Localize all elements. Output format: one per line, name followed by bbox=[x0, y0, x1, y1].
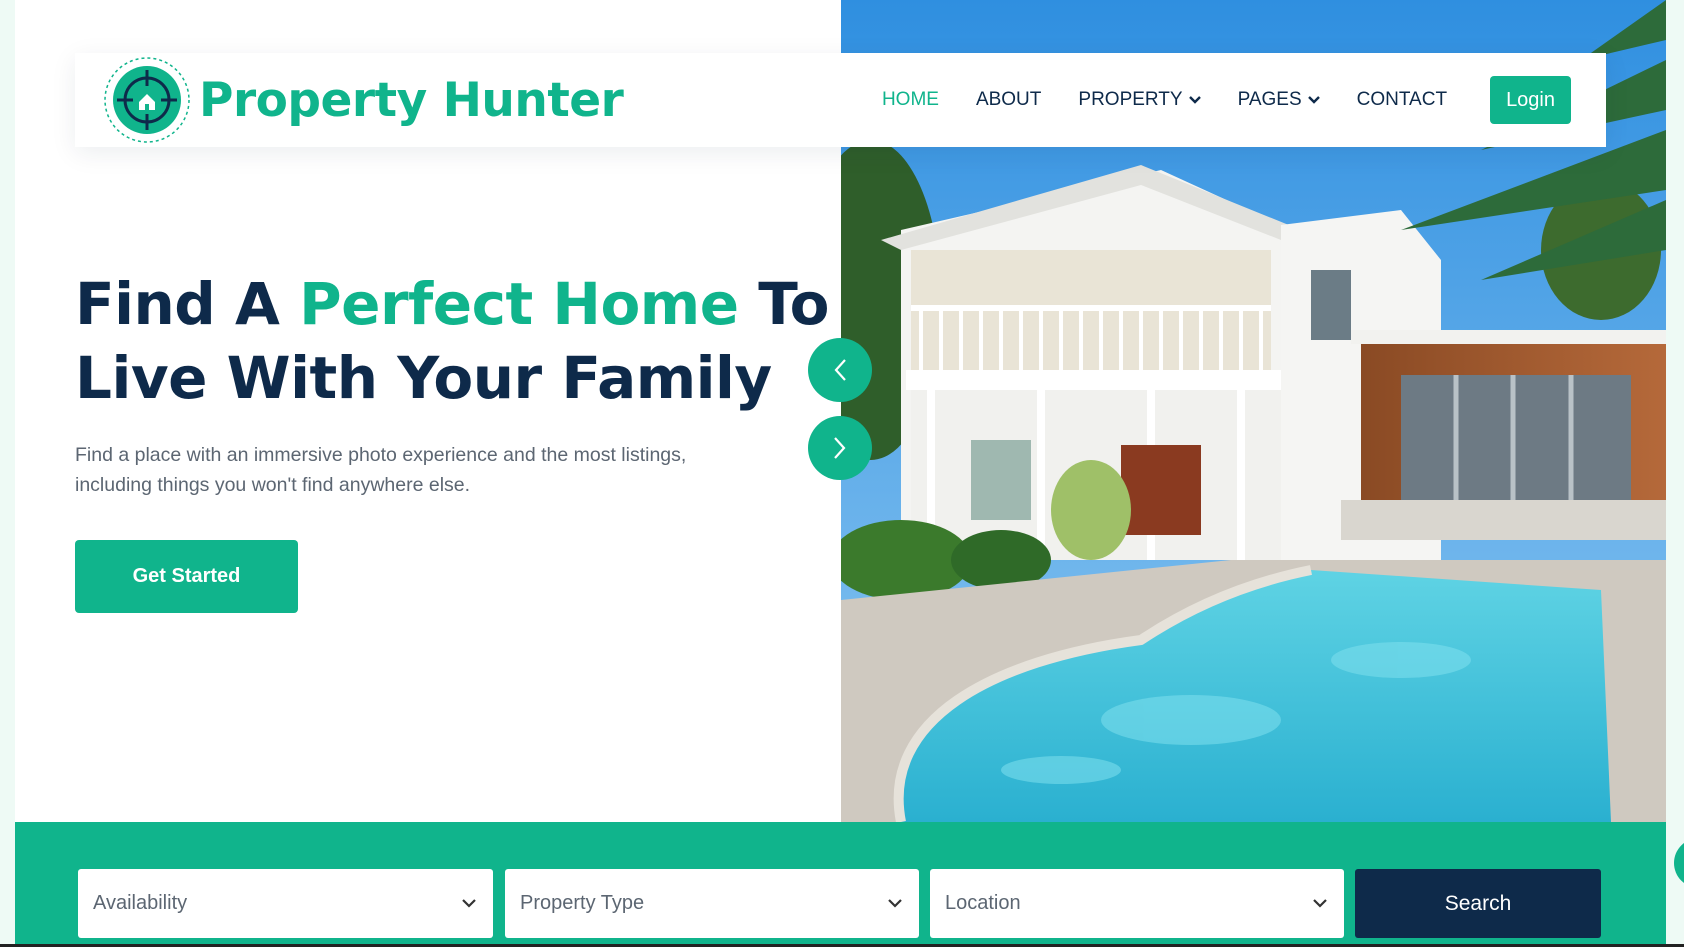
login-button[interactable]: Login bbox=[1490, 76, 1571, 124]
hero-description: Find a place with an immersive photo exp… bbox=[75, 444, 687, 496]
nav-item-property[interactable]: PROPERTY bbox=[1078, 89, 1201, 111]
target-home-icon bbox=[104, 57, 190, 143]
location-select[interactable]: Location bbox=[930, 869, 1344, 938]
page: Property Hunter HOME ABOUT PROPERTY PAGE… bbox=[15, 0, 1666, 947]
slider-prev-button[interactable] bbox=[808, 338, 872, 402]
floating-action-edge[interactable] bbox=[1674, 838, 1684, 888]
brand-name: Property Hunter bbox=[199, 72, 624, 128]
property-type-select[interactable]: Property Type bbox=[505, 869, 919, 938]
property-type-select-value: Property Type bbox=[520, 892, 645, 914]
chevron-down-icon bbox=[1313, 899, 1327, 908]
nav-item-contact[interactable]: CONTACT bbox=[1357, 89, 1447, 111]
brand[interactable]: Property Hunter bbox=[103, 56, 624, 144]
nav-item-label: PROPERTY bbox=[1078, 89, 1183, 110]
main-nav: HOME ABOUT PROPERTY PAGES CONTACT Login bbox=[845, 53, 1606, 147]
location-select-value: Location bbox=[945, 892, 1021, 914]
availability-select-value: Availability bbox=[93, 892, 188, 914]
nav-item-pages[interactable]: PAGES bbox=[1238, 89, 1320, 111]
nav-item-label: HOME bbox=[881, 89, 939, 110]
chevron-down-icon bbox=[888, 899, 902, 908]
hero-title-part1: Find A bbox=[75, 270, 300, 338]
chevron-down-icon bbox=[1188, 96, 1201, 104]
hero-title: Find A Perfect Home To Live With Your Fa… bbox=[75, 267, 835, 415]
chevron-down-icon bbox=[1307, 96, 1320, 104]
chevron-down-icon bbox=[462, 899, 476, 908]
search-button[interactable]: Search bbox=[1355, 869, 1601, 938]
get-started-button[interactable]: Get Started bbox=[75, 540, 298, 613]
nav-item-label: ABOUT bbox=[975, 89, 1042, 110]
property-search-bar: Availability Property Type Location Sear… bbox=[15, 822, 1666, 947]
chevron-left-icon bbox=[834, 359, 846, 381]
availability-select[interactable]: Availability bbox=[78, 869, 493, 938]
nav-item-about[interactable]: ABOUT bbox=[976, 89, 1041, 111]
nav-item-label: CONTACT bbox=[1356, 89, 1448, 110]
chevron-right-icon bbox=[834, 437, 846, 459]
navbar: Property Hunter HOME ABOUT PROPERTY PAGE… bbox=[75, 53, 1606, 147]
slider-next-button[interactable] bbox=[808, 416, 872, 480]
nav-item-label: PAGES bbox=[1237, 89, 1302, 110]
hero-title-accent: Perfect Home bbox=[299, 270, 739, 338]
nav-item-home[interactable]: HOME bbox=[882, 89, 939, 111]
